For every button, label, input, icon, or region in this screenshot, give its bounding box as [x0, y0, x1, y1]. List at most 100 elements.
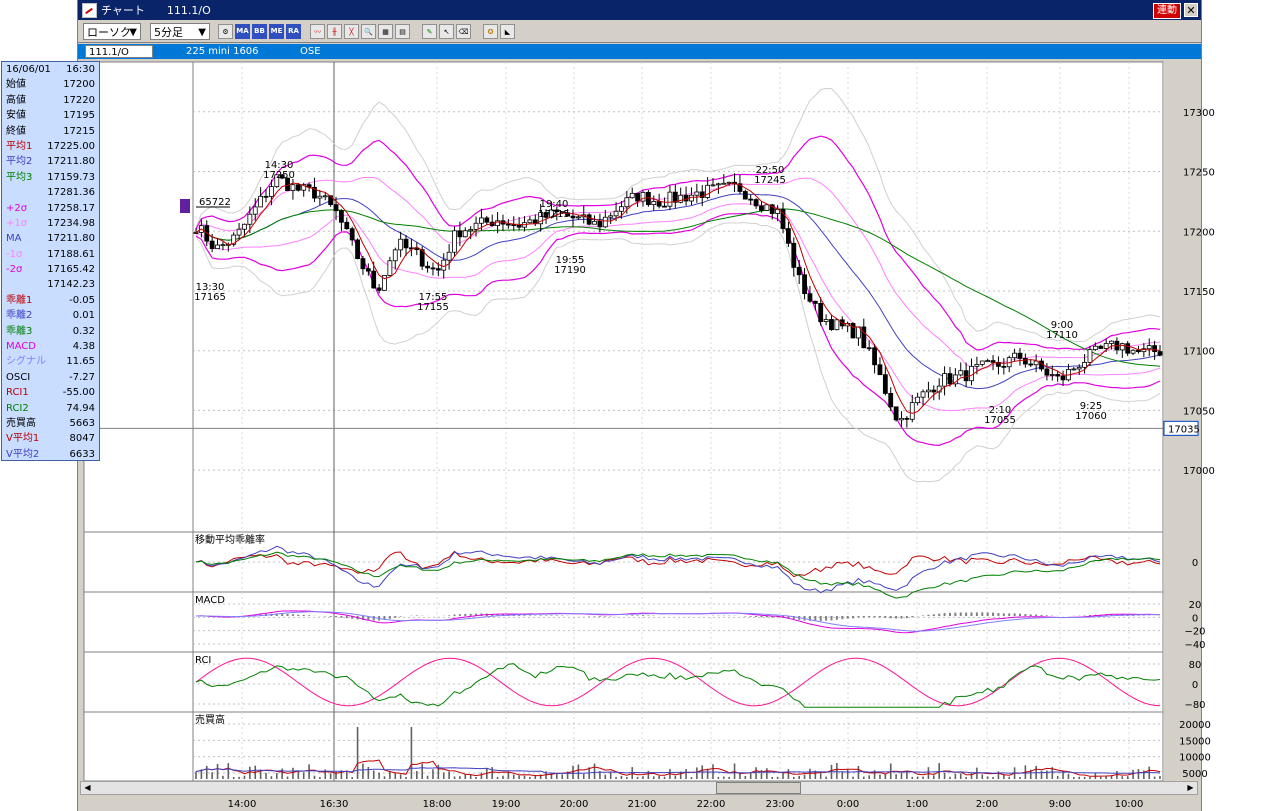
info-value: 17234.98 — [47, 217, 95, 229]
candle-body — [247, 213, 253, 225]
candle-body — [392, 249, 398, 262]
info-label: 終値 — [6, 125, 26, 137]
y-tick-label: 17050 — [1183, 406, 1215, 417]
scroll-left-icon[interactable]: ◀ — [81, 782, 94, 794]
info-row: 売買高 5663 — [2, 416, 99, 431]
subchart-tick: 15000 — [1179, 736, 1211, 747]
candle-body — [613, 210, 619, 217]
candle-body — [759, 205, 764, 211]
candle-body — [635, 192, 641, 202]
candle-body — [592, 220, 597, 225]
subchart-tick: 0 — [1192, 558, 1198, 569]
candle-body — [715, 183, 721, 186]
candle-body — [963, 370, 969, 382]
candle-body — [425, 265, 430, 269]
candle-body — [360, 258, 366, 270]
y-tick-label: 17000 — [1183, 466, 1215, 477]
candle-body — [796, 266, 802, 276]
candle-body — [1092, 345, 1098, 350]
candle-body — [662, 205, 667, 208]
candle-body — [349, 228, 355, 241]
info-label: 売買高 — [6, 417, 36, 429]
x-tick-label: 0:00 — [836, 799, 860, 810]
info-value: 17142.23 — [47, 279, 95, 291]
info-value: 17200 — [63, 79, 95, 91]
candle-body — [850, 323, 856, 339]
info-row: +2σ 17258.17 — [2, 201, 99, 216]
info-value: 17159.73 — [47, 171, 95, 183]
candle-body — [1157, 351, 1163, 356]
subchart-title: MACD — [195, 595, 225, 606]
info-date-row: 16/06/01 16:30 — [2, 62, 99, 77]
candle-body — [333, 204, 339, 212]
chart-canvas[interactable]: 17300 17250 17200 17150 17100 17050 17000 17035… — [0, 0, 1280, 811]
candle-body — [209, 240, 215, 250]
info-value: 0.32 — [72, 325, 95, 337]
candle-body — [1087, 349, 1093, 363]
annotation-price: 17165 — [194, 292, 226, 303]
info-value: 0.01 — [72, 310, 95, 322]
info-label: -1σ — [6, 248, 23, 260]
candle-body — [710, 184, 716, 187]
subchart-title: 移動平均乖離率 — [195, 533, 265, 546]
candle-body — [904, 417, 910, 420]
candle-body — [1001, 365, 1007, 368]
candle-body — [371, 270, 377, 289]
info-label: RCI2 — [6, 402, 29, 414]
info-panel: 16/06/01 16:30 始値 17200 高値 17220 安値 17195 終値 17… — [1, 61, 100, 461]
info-row: -2σ 17165.42 — [2, 262, 99, 277]
candle-body — [872, 347, 877, 366]
candle-body — [441, 259, 447, 271]
subchart-title: RCI — [195, 655, 211, 666]
annotation-price: 17250 — [263, 170, 295, 181]
candle-body — [1017, 352, 1023, 359]
candle-body — [387, 260, 393, 276]
candle-body — [1109, 340, 1114, 344]
subchart-tick: −20 — [1184, 627, 1205, 638]
info-row: 高値 17220 — [2, 93, 99, 108]
candle-body — [446, 251, 452, 261]
info-value: -0.05 — [69, 294, 95, 306]
candle-body — [866, 347, 872, 350]
scroll-right-icon[interactable]: ▶ — [1184, 782, 1197, 794]
candle-body — [268, 186, 274, 197]
subchart-tick: 0 — [1192, 613, 1198, 624]
info-label: 平均1 — [6, 140, 33, 152]
candle-body — [656, 201, 662, 207]
candle-body — [608, 215, 614, 218]
scroll-thumb[interactable] — [716, 782, 801, 794]
candle-body — [920, 391, 926, 398]
info-value: 4.38 — [72, 341, 95, 353]
y-tick-label: 17300 — [1183, 108, 1215, 119]
candle-body — [947, 373, 953, 385]
candle-body — [726, 181, 732, 184]
subchart-tick: 80 — [1189, 660, 1202, 671]
info-row: 乖離2 0.01 — [2, 308, 99, 323]
horizontal-scrollbar[interactable]: ◀ ▶ — [80, 781, 1198, 795]
info-label: シグナル — [6, 356, 46, 368]
candle-body — [1082, 362, 1088, 368]
candle-body — [403, 238, 409, 249]
info-label: +1σ — [6, 217, 28, 229]
info-label: 平均3 — [6, 171, 33, 183]
candle-body — [435, 268, 441, 271]
x-tick-label: 20:00 — [559, 799, 589, 810]
info-label: OSCI — [6, 371, 31, 383]
candle-body — [812, 300, 818, 304]
subchart-tick: 0 — [1192, 680, 1198, 691]
info-value: 11.65 — [66, 356, 95, 368]
candle-body — [834, 319, 840, 331]
candle-body — [915, 396, 921, 404]
candle-body — [882, 374, 888, 394]
candle-body — [1103, 343, 1109, 349]
info-value: 17211.80 — [47, 156, 95, 168]
info-value: 17195 — [63, 110, 95, 122]
info-row: OSCI -7.27 — [2, 370, 99, 385]
info-value: 17220 — [63, 94, 95, 106]
candle-body — [1076, 366, 1082, 370]
candle-body — [1130, 349, 1136, 354]
candle-body — [1098, 345, 1104, 349]
candle-body — [1119, 343, 1125, 351]
annotation-price: 17060 — [1075, 411, 1107, 422]
candle-body — [651, 201, 657, 206]
